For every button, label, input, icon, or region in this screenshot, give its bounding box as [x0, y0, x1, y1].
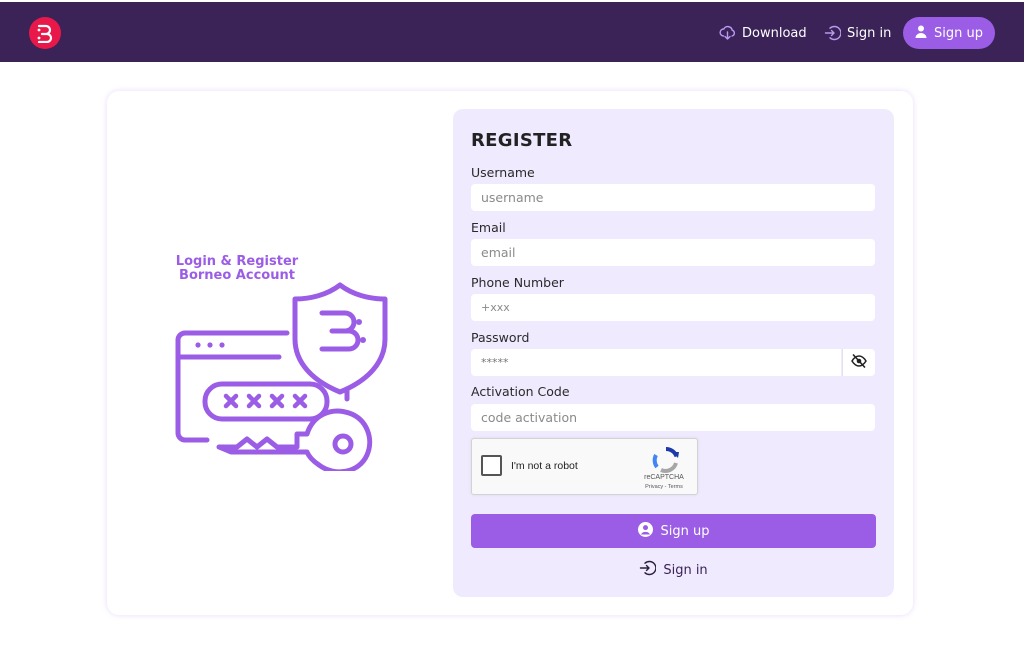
recaptcha-widget: I'm not a robot reCAPTCHA Privacy - Term…: [471, 438, 698, 495]
email-label: Email: [471, 220, 506, 235]
eye-slash-icon: [851, 353, 867, 372]
phone-input[interactable]: [471, 294, 875, 321]
security-key-icon: [175, 282, 388, 471]
nav-signup-label: Sign up: [934, 25, 983, 41]
recaptcha-logo-icon: [652, 446, 679, 473]
email-input[interactable]: [471, 239, 875, 266]
phone-label: Phone Number: [471, 275, 564, 290]
activation-code-input[interactable]: [471, 404, 875, 431]
nav-download-link[interactable]: Download: [719, 22, 807, 44]
register-title: REGISTER: [471, 130, 573, 151]
recaptcha-checkbox[interactable]: [481, 455, 502, 476]
nav-signup-button[interactable]: Sign up: [903, 17, 995, 49]
password-input[interactable]: [471, 349, 841, 376]
signin-link[interactable]: Sign in: [453, 560, 894, 580]
password-group: [471, 349, 875, 376]
password-label: Password: [471, 330, 530, 345]
sign-in-icon: [824, 25, 841, 41]
borneo-logo-icon[interactable]: [29, 17, 61, 49]
register-form-panel: REGISTER Username Email Phone Number Pas…: [453, 109, 894, 597]
cloud-download-icon: [719, 25, 736, 41]
signup-submit-button[interactable]: Sign up: [471, 514, 876, 548]
user-circle-icon: [637, 521, 653, 541]
signup-submit-label: Sign up: [660, 523, 710, 539]
sign-in-icon: [639, 560, 657, 580]
top-navbar: Download Sign in Sign up: [0, 0, 1024, 62]
username-label: Username: [471, 165, 535, 180]
nav-signin-link[interactable]: Sign in: [824, 22, 891, 44]
nav-download-label: Download: [742, 25, 807, 41]
recaptcha-brand: reCAPTCHA: [644, 474, 684, 481]
signin-link-label: Sign in: [663, 562, 708, 578]
user-icon: [915, 25, 927, 42]
nav-signin-label: Sign in: [847, 25, 892, 41]
password-visibility-toggle[interactable]: [842, 349, 875, 376]
recaptcha-links[interactable]: Privacy - Terms: [632, 484, 696, 490]
activation-code-label: Activation Code: [471, 384, 570, 399]
recaptcha-label: I'm not a robot: [511, 460, 578, 472]
login-register-illustration: Login & Register Borneo Account: [167, 251, 397, 471]
username-input[interactable]: [471, 184, 875, 211]
